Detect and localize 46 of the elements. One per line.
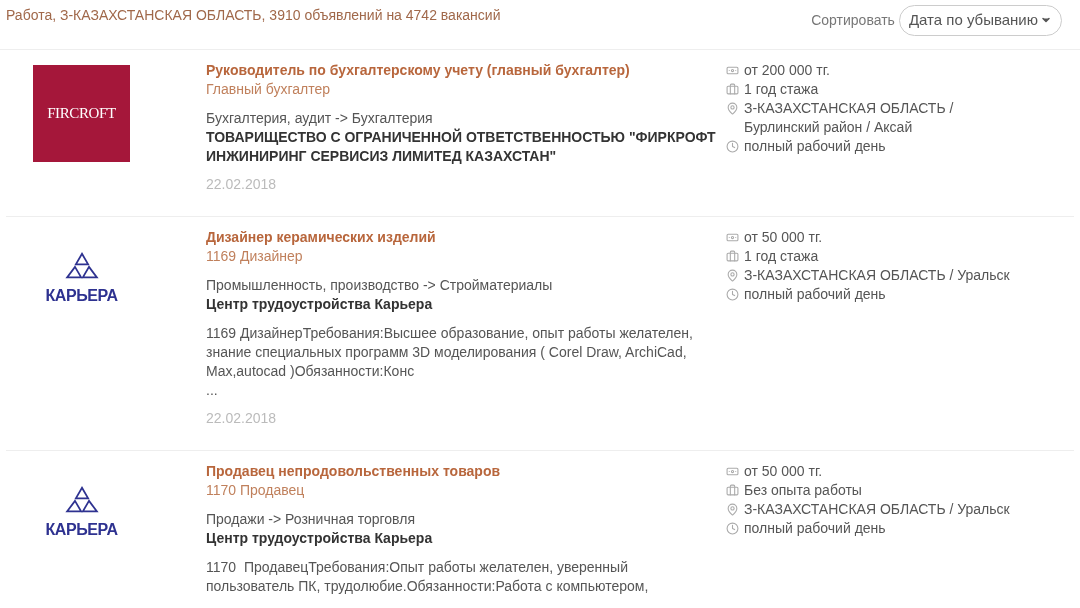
clock-icon [726, 288, 739, 301]
job-title-link[interactable]: Продавец непродовольственных товаров [206, 462, 726, 481]
position-name: 1169 Дизайнер [206, 247, 304, 266]
job-title-link[interactable]: Дизайнер керамических изделий [206, 228, 726, 247]
position-name: Главный бухгалтер [206, 80, 331, 99]
post-date: 22.02.2018 [206, 175, 278, 194]
job-detail: полный рабочий день [744, 519, 886, 538]
job-detail: полный рабочий день [744, 137, 886, 156]
briefcase-icon [726, 83, 739, 96]
sort-label: Сортировать [811, 10, 895, 30]
job-detail: З-КАЗАХСТАНСКАЯ ОБЛАСТЬ / Уральск [744, 266, 1010, 285]
banknote-icon [726, 465, 739, 478]
map-pin-icon [726, 102, 739, 115]
banknote-icon [726, 231, 739, 244]
briefcase-icon [726, 484, 739, 497]
job-title-link[interactable]: Руководитель по бухгалтерскому учету (главный бухгалтер) [206, 61, 726, 80]
job-category: Промышленность, производство -> Стройматериалы [206, 276, 554, 295]
job-description: 1169 ДизайнерТребования:Высшее образование, опыт работы желателен, знание специальных программ 3D моделирования ( Corel Draw, ArchiCad, Max,autocad )Обязанности:Конс ... [206, 324, 694, 400]
job-detail: Без опыта работы [744, 481, 862, 500]
job-detail: З-КАЗАХСТАНСКАЯ ОБЛАСТЬ / Уральск [744, 500, 1010, 519]
job-detail: от 50 000 тг. [744, 462, 823, 481]
triangles-icon [63, 252, 100, 280]
post-date: 22.02.2018 [206, 409, 278, 428]
company-logo[interactable]: КАРЬЕРА [33, 252, 130, 308]
map-pin-icon [726, 269, 739, 282]
clock-icon [726, 140, 739, 153]
job-detail: 1 год стажа [744, 247, 819, 266]
briefcase-icon [726, 250, 739, 263]
triangles-icon [63, 486, 100, 514]
job-detail: 1 год стажа [744, 80, 819, 99]
company-logo[interactable]: КАРЬЕРА [33, 486, 130, 542]
job-detail: от 50 000 тг. [744, 228, 823, 247]
job-category: Бухгалтерия, аудит -> Бухгалтерия [206, 109, 434, 128]
job-detail: от 200 000 тг. [744, 61, 830, 80]
clock-icon [726, 522, 739, 535]
company-name: Центр трудоустройства Карьера [206, 529, 434, 548]
banknote-icon [726, 64, 739, 77]
company-name: ТОВАРИЩЕСТВО С ОГРАНИЧЕННОЙ ОТВЕТСТВЕННОСТЬЮ "ФИРКРОФТ ИНЖИНИРИНГ СЕРВИСИЗ ЛИМИТЕД КАЗАХСТАН" [206, 128, 717, 166]
company-logo[interactable]: FIRCROFT [33, 65, 130, 162]
job-detail: полный рабочий день [744, 285, 886, 304]
job-description: 1170 ПродавецТребования:Опыт работы желателен, уверенный пользователь ПК, трудолюбие.Обязанности:Работа с компьютером, [206, 558, 650, 596]
position-name: 1170 Продавец [206, 481, 306, 500]
company-name: Центр трудоустройства Карьера [206, 295, 434, 314]
map-pin-icon [726, 503, 739, 516]
results-summary: Работа, З-КАЗАХСТАНСКАЯ ОБЛАСТЬ, 3910 объявлений на 4742 вакансий [6, 6, 501, 25]
job-category: Продажи -> Розничная торговля [206, 510, 416, 529]
